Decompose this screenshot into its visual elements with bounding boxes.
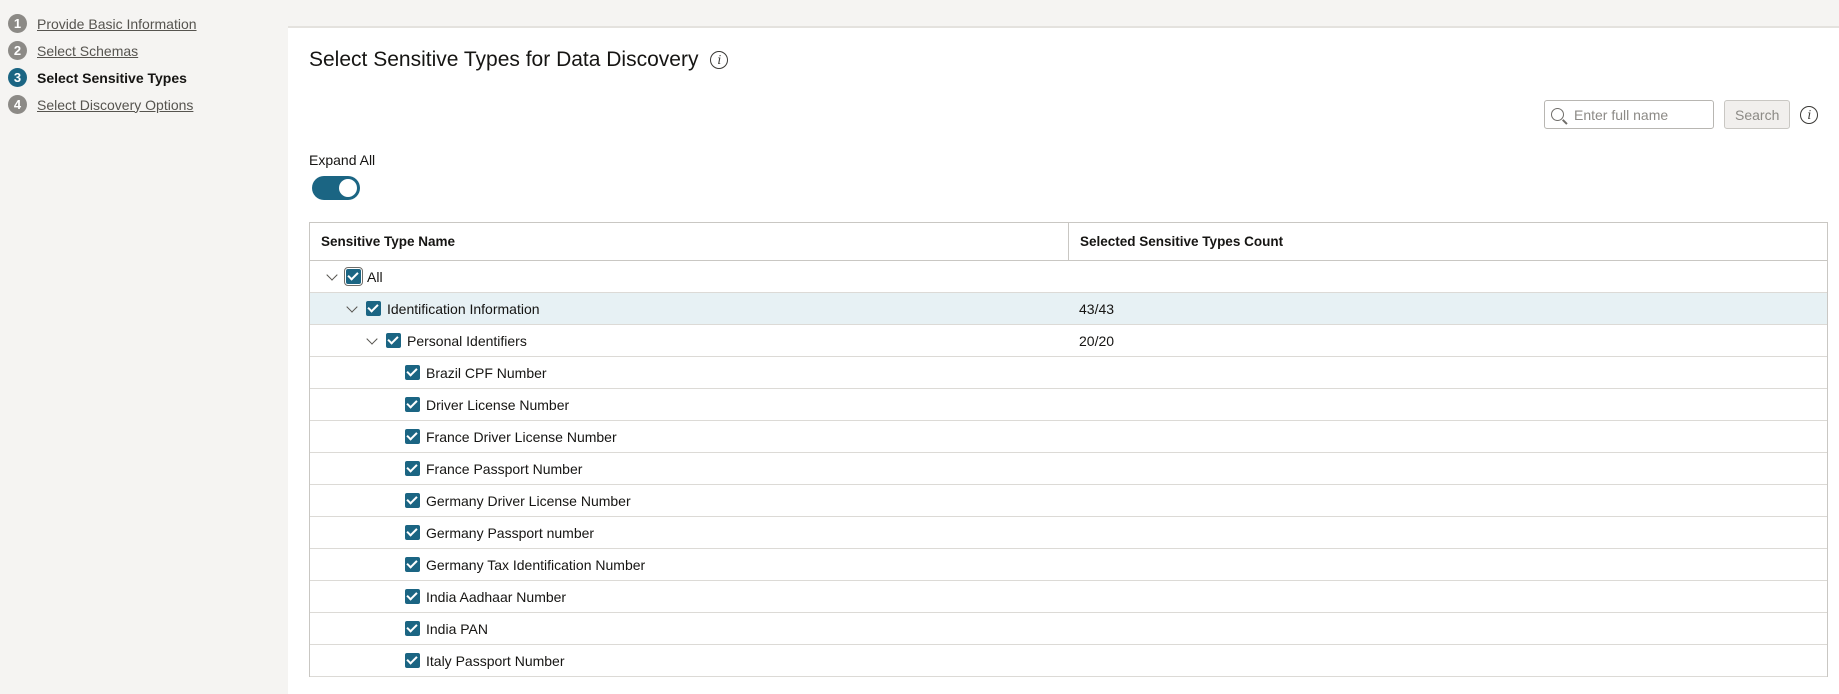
column-header-sensitive-type-name[interactable]: Sensitive Type Name xyxy=(310,223,1069,260)
row-label: Identification Information xyxy=(387,300,540,317)
count-cell: 43/43 xyxy=(1079,300,1115,317)
name-cell: France Driver License Number xyxy=(310,429,1069,445)
name-cell: India Aadhaar Number xyxy=(310,589,1069,605)
name-cell: Personal Identifiers xyxy=(310,333,1069,349)
name-cell: Identification Information xyxy=(310,301,1069,317)
row-label: All xyxy=(367,268,383,285)
table-body: All Identification Information 43/43 Person… xyxy=(310,261,1827,677)
table-row[interactable]: Identification Information 43/43 xyxy=(310,293,1827,325)
search-input[interactable] xyxy=(1574,106,1704,123)
row-label: France Passport Number xyxy=(426,460,583,477)
chevron-down-icon[interactable] xyxy=(346,300,358,313)
row-checkbox[interactable] xyxy=(405,557,420,572)
table-row[interactable]: France Driver License Number xyxy=(310,421,1827,453)
table-row[interactable]: Driver License Number xyxy=(310,389,1827,421)
row-label: India PAN xyxy=(426,620,488,637)
step-number-1: 1 xyxy=(8,14,27,33)
search-bar: Search i xyxy=(1544,100,1819,129)
row-checkbox[interactable] xyxy=(405,621,420,636)
row-label: Germany Tax Identification Number xyxy=(426,556,646,573)
row-checkbox[interactable] xyxy=(366,301,381,316)
name-cell: Brazil CPF Number xyxy=(310,365,1069,381)
name-cell: India PAN xyxy=(310,621,1069,637)
table-header: Sensitive Type Name Selected Sensitive T… xyxy=(310,223,1827,261)
row-checkbox[interactable] xyxy=(405,589,420,604)
row-label: Italy Passport Number xyxy=(426,652,565,669)
expand-all-toggle[interactable] xyxy=(312,176,360,200)
page-title: Select Sensitive Types for Data Discover… xyxy=(309,48,729,72)
name-cell: Germany Driver License Number xyxy=(310,493,1069,509)
main-panel: Select Sensitive Types for Data Discover… xyxy=(288,26,1839,694)
row-label: Germany Driver License Number xyxy=(426,492,631,509)
row-label: Driver License Number xyxy=(426,396,570,413)
row-label: Germany Passport number xyxy=(426,524,595,541)
row-checkbox[interactable] xyxy=(386,333,401,348)
train-stepper: 1 Provide Basic Information 2 Select Sch… xyxy=(8,10,278,118)
train-step-1[interactable]: 1 Provide Basic Information xyxy=(8,10,278,37)
table-row[interactable]: Germany Tax Identification Number xyxy=(310,549,1827,581)
table-row[interactable]: All xyxy=(310,261,1827,293)
row-label: France Driver License Number xyxy=(426,428,617,445)
row-checkbox[interactable] xyxy=(405,525,420,540)
train-step-4[interactable]: 4 Select Discovery Options xyxy=(8,91,278,118)
search-button[interactable]: Search xyxy=(1724,100,1791,129)
column-header-selected-count[interactable]: Selected Sensitive Types Count xyxy=(1069,223,1827,260)
toggle-knob xyxy=(339,179,357,197)
sensitive-types-table: Sensitive Type Name Selected Sensitive T… xyxy=(309,222,1828,677)
name-cell: All xyxy=(310,267,1069,286)
row-checkbox[interactable] xyxy=(405,397,420,412)
page-title-text: Select Sensitive Types for Data Discover… xyxy=(309,48,699,71)
table-row[interactable]: Germany Passport number xyxy=(310,517,1827,549)
row-checkbox[interactable] xyxy=(405,493,420,508)
count-cell: 20/20 xyxy=(1079,332,1115,349)
step-label-provide-basic-information[interactable]: Provide Basic Information xyxy=(37,16,197,32)
name-cell: Italy Passport Number xyxy=(310,653,1069,669)
row-label: India Aadhaar Number xyxy=(426,588,567,605)
chevron-down-icon[interactable] xyxy=(326,268,338,281)
row-checkbox[interactable] xyxy=(405,461,420,476)
step-number-3: 3 xyxy=(8,68,27,87)
chevron-down-icon[interactable] xyxy=(366,332,378,345)
table-row[interactable]: Italy Passport Number xyxy=(310,645,1827,677)
table-row[interactable]: Brazil CPF Number xyxy=(310,357,1827,389)
table-row[interactable]: Germany Driver License Number xyxy=(310,485,1827,517)
step-label-select-schemas[interactable]: Select Schemas xyxy=(37,43,138,59)
row-checkbox[interactable] xyxy=(405,429,420,444)
info-icon[interactable]: i xyxy=(710,51,729,69)
table-row[interactable]: France Passport Number xyxy=(310,453,1827,485)
table-row[interactable]: Personal Identifiers 20/20 xyxy=(310,325,1827,357)
name-cell: Germany Tax Identification Number xyxy=(310,557,1069,573)
row-label: Personal Identifiers xyxy=(407,332,527,349)
expand-all-label: Expand All xyxy=(309,152,376,168)
train-step-2[interactable]: 2 Select Schemas xyxy=(8,37,278,64)
step-number-4: 4 xyxy=(8,95,27,114)
row-label: Brazil CPF Number xyxy=(426,364,547,381)
train-step-3: 3 Select Sensitive Types xyxy=(8,64,278,91)
search-icon xyxy=(1551,108,1564,121)
step-number-2: 2 xyxy=(8,41,27,60)
table-row[interactable]: India Aadhaar Number xyxy=(310,581,1827,613)
search-info-icon[interactable]: i xyxy=(1800,105,1819,124)
table-row[interactable]: India PAN xyxy=(310,613,1827,645)
name-cell: Germany Passport number xyxy=(310,525,1069,541)
row-checkbox[interactable] xyxy=(344,267,363,286)
row-checkbox[interactable] xyxy=(405,653,420,668)
row-checkbox[interactable] xyxy=(405,365,420,380)
name-cell: France Passport Number xyxy=(310,461,1069,477)
name-cell: Driver License Number xyxy=(310,397,1069,413)
step-label-select-sensitive-types: Select Sensitive Types xyxy=(37,69,187,86)
step-label-select-discovery-options[interactable]: Select Discovery Options xyxy=(37,97,193,113)
search-box[interactable] xyxy=(1544,100,1714,129)
